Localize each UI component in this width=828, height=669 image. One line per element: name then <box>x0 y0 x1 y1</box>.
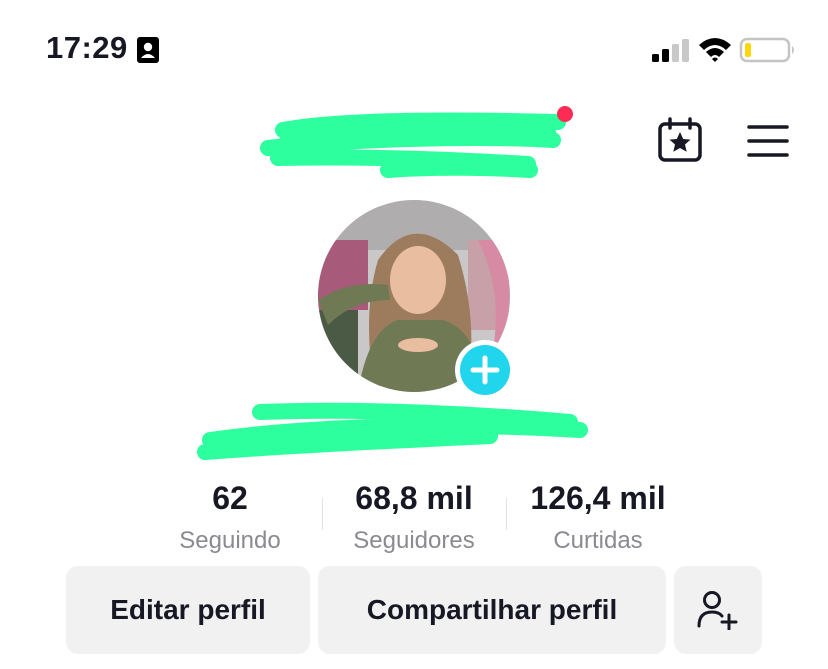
name-redaction <box>197 402 588 460</box>
add-friend-button[interactable] <box>674 566 762 654</box>
signal-icon <box>652 39 689 62</box>
following-label: Seguindo <box>179 527 281 554</box>
calendar-star-icon[interactable] <box>656 117 704 163</box>
likes-count: 126,4 mil <box>530 480 666 516</box>
following-count: 62 <box>212 480 248 516</box>
status-time: 17:29 <box>46 30 128 65</box>
share-profile-label: Compartilhar perfil <box>366 594 618 625</box>
contact-card-icon <box>137 37 159 63</box>
notification-dot <box>557 106 573 122</box>
plus-icon <box>470 355 500 385</box>
followers-count: 68,8 mil <box>355 480 473 516</box>
stat-likes[interactable]: 126,4 mil Curtidas <box>510 480 686 555</box>
add-user-icon <box>697 591 738 630</box>
add-story-button[interactable] <box>455 340 515 400</box>
edit-profile-button[interactable]: Editar perfil <box>66 566 310 654</box>
wifi-icon <box>699 38 731 62</box>
share-profile-button[interactable]: Compartilhar perfil <box>318 566 666 654</box>
divider <box>506 498 507 530</box>
battery-icon <box>739 37 794 63</box>
divider <box>322 498 323 530</box>
stat-following[interactable]: 62 Seguindo <box>150 480 310 555</box>
menu-icon[interactable] <box>747 124 789 158</box>
username-redaction <box>260 112 566 178</box>
likes-label: Curtidas <box>553 527 643 554</box>
edit-profile-label: Editar perfil <box>110 594 266 625</box>
followers-label: Seguidores <box>353 527 475 554</box>
stat-followers[interactable]: 68,8 mil Seguidores <box>324 480 504 555</box>
